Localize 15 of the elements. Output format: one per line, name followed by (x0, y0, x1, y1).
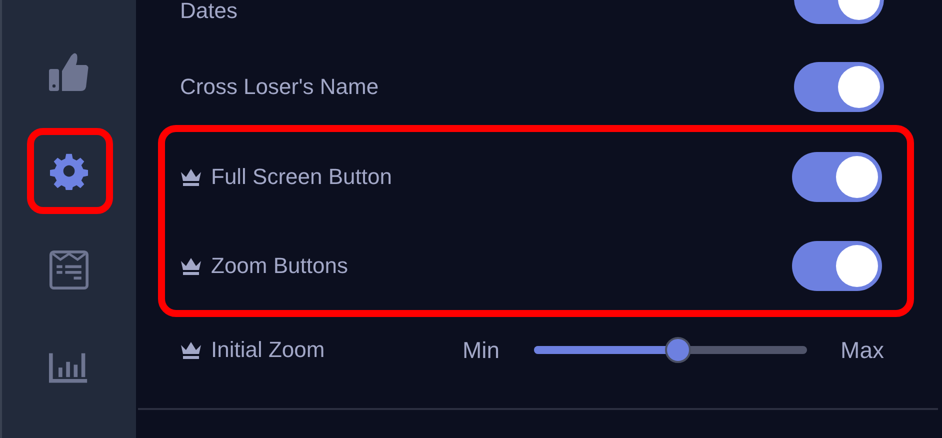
thumbs-up-icon[interactable] (49, 50, 89, 92)
gear-icon[interactable] (50, 152, 88, 190)
toggle-switch[interactable] (794, 62, 884, 112)
setting-label: Dates (180, 0, 238, 24)
setting-label: Full Screen Button (211, 164, 392, 190)
toggle-switch[interactable] (792, 240, 882, 290)
toggle-switch[interactable] (792, 152, 882, 202)
setting-label: Cross Loser's Name (180, 74, 379, 100)
document-list-icon[interactable] (49, 250, 89, 290)
bar-chart-icon[interactable] (49, 353, 89, 384)
min-label: Min (462, 336, 500, 364)
max-label: Max (840, 336, 884, 364)
setting-label: Initial Zoom (211, 337, 325, 363)
setting-label: Zoom Buttons (211, 252, 348, 278)
slider-thumb[interactable] (665, 337, 692, 363)
